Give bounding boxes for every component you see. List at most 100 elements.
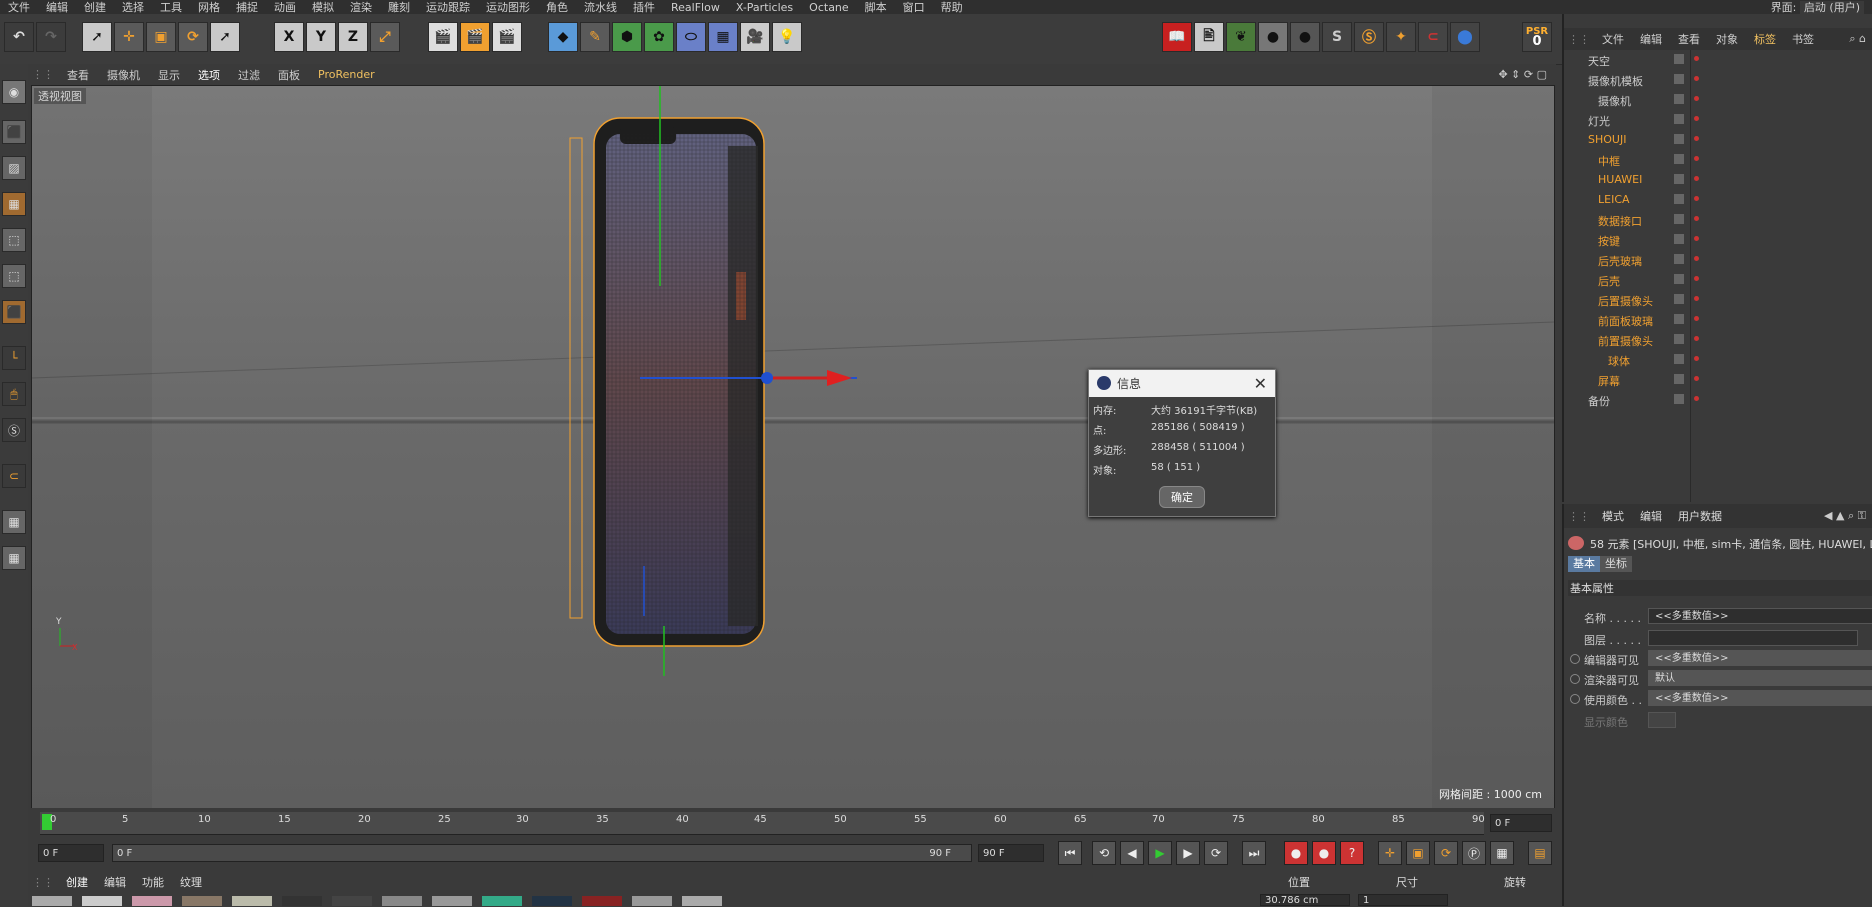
live-select-icon[interactable]: ➚	[210, 22, 240, 52]
am-menu-userdata[interactable]: 用户数据	[1670, 508, 1730, 524]
om-menu-bookmarks[interactable]: 书签	[1784, 31, 1822, 47]
visibility-dot-icon[interactable]	[1694, 216, 1699, 221]
am-menu-edit[interactable]: 编辑	[1632, 508, 1670, 524]
select-tool-icon[interactable]: ➚	[82, 22, 112, 52]
pen-icon[interactable]: ✎	[580, 22, 610, 52]
subdivision-icon[interactable]: ⬢	[612, 22, 642, 52]
visibility-dot-icon[interactable]	[1694, 76, 1699, 81]
visibility-dot-icon[interactable]	[1694, 336, 1699, 341]
menu-tools[interactable]: 工具	[152, 0, 190, 15]
object-row[interactable]: 后壳玻璃	[1564, 250, 1872, 270]
viewport-menu-display[interactable]: 显示	[149, 67, 189, 83]
material-swatch[interactable]	[132, 896, 172, 906]
previous-frame-icon[interactable]: ◀	[1120, 841, 1144, 865]
material-swatch[interactable]	[82, 896, 122, 906]
om-menu-file[interactable]: 文件	[1594, 31, 1632, 47]
key-pla-icon[interactable]: ▦	[1490, 841, 1514, 865]
snap-icon[interactable]: Ⓢ	[2, 418, 26, 442]
om-menu-tags[interactable]: 标签	[1746, 31, 1784, 47]
am-menu-mode[interactable]: 模式	[1594, 508, 1632, 524]
start-frame-field[interactable]: 0 F	[38, 844, 104, 862]
radio-icon[interactable]	[1570, 654, 1580, 664]
navigation-icons[interactable]: ◀ ▲ ⌕ ⚿	[1816, 509, 1872, 523]
frame-range-slider[interactable]: 0 F 90 F	[112, 844, 972, 862]
menu-window[interactable]: 窗口	[895, 0, 933, 15]
layer-icon[interactable]	[1674, 394, 1684, 404]
object-row[interactable]: SHOUJI	[1564, 130, 1872, 150]
explode-icon[interactable]: ✦	[1386, 22, 1416, 52]
cloner-icon[interactable]: ✿	[644, 22, 674, 52]
menu-mograph[interactable]: 运动图形	[478, 0, 538, 15]
material-swatch[interactable]	[432, 896, 472, 906]
grid-snap-icon[interactable]: ▦	[2, 546, 26, 570]
object-row[interactable]: LEICA	[1564, 190, 1872, 210]
visibility-dot-icon[interactable]	[1694, 396, 1699, 401]
y-axis-button[interactable]: Y	[306, 22, 336, 52]
visibility-dot-icon[interactable]	[1694, 196, 1699, 201]
layer-icon[interactable]	[1674, 274, 1684, 284]
material-swatch[interactable]	[582, 896, 622, 906]
object-row[interactable]: 后壳	[1564, 270, 1872, 290]
material-menu-texture[interactable]: 纹理	[172, 874, 210, 890]
record-key-icon[interactable]: ●	[1284, 841, 1308, 865]
object-row[interactable]: 前面板玻璃	[1564, 310, 1872, 330]
current-frame-field[interactable]: 0 F	[1490, 814, 1552, 832]
menu-pipeline[interactable]: 流水线	[576, 0, 625, 15]
object-row[interactable]: 摄像机	[1564, 90, 1872, 110]
render-view-icon[interactable]: 🎬	[428, 22, 458, 52]
s-plugin-orange-icon[interactable]: Ⓢ	[1354, 22, 1384, 52]
object-mode-icon[interactable]: ⬛	[2, 120, 26, 144]
visibility-dot-icon[interactable]	[1694, 176, 1699, 181]
menu-file[interactable]: 文件	[0, 0, 38, 15]
layer-icon[interactable]	[1674, 254, 1684, 264]
sphere-material-icon[interactable]: ●	[1258, 22, 1288, 52]
object-row[interactable]: 备份	[1564, 390, 1872, 410]
object-row[interactable]: 数据接口	[1564, 210, 1872, 230]
layer-icon[interactable]	[1674, 194, 1684, 204]
menu-xparticles[interactable]: X-Particles	[728, 1, 801, 14]
molecule-icon[interactable]: ⬤	[1450, 22, 1480, 52]
camera-icon[interactable]: 🎥	[740, 22, 770, 52]
menu-animate[interactable]: 动画	[266, 0, 304, 15]
menu-octane[interactable]: Octane	[801, 1, 857, 14]
redo-icon[interactable]: ↷	[36, 22, 66, 52]
menu-plugins[interactable]: 插件	[625, 0, 663, 15]
layer-icon[interactable]	[1674, 354, 1684, 364]
visibility-dot-icon[interactable]	[1694, 316, 1699, 321]
key-position-icon[interactable]: ✛	[1378, 841, 1402, 865]
material-swatch[interactable]	[532, 896, 572, 906]
render-picture-viewer-icon[interactable]: 🎬	[460, 22, 490, 52]
layer-icon[interactable]	[1674, 114, 1684, 124]
layer-icon[interactable]	[1674, 134, 1684, 144]
viewport-menu-options[interactable]: 选项	[189, 67, 229, 83]
visibility-dot-icon[interactable]	[1694, 356, 1699, 361]
tab-coordinates[interactable]: 坐标	[1600, 556, 1632, 572]
object-row[interactable]: 前置摄像头	[1564, 330, 1872, 350]
visibility-dot-icon[interactable]	[1694, 156, 1699, 161]
layer-icon[interactable]	[1674, 294, 1684, 304]
layer-icon[interactable]	[1674, 214, 1684, 224]
s-plugin-button[interactable]: S	[1322, 22, 1352, 52]
point-mode-icon[interactable]: ⬚	[2, 228, 26, 252]
material-swatch[interactable]	[282, 896, 322, 906]
material-menu-edit[interactable]: 编辑	[96, 874, 134, 890]
layer-icon[interactable]	[1674, 54, 1684, 64]
previous-key-icon[interactable]: ⟲	[1092, 841, 1116, 865]
render-visible-select[interactable]: 默认	[1648, 670, 1872, 686]
search-icon[interactable]: ⌕ ⌂	[1841, 32, 1872, 46]
polygon-mode-icon[interactable]: ⬛	[2, 300, 26, 324]
om-menu-edit[interactable]: 编辑	[1632, 31, 1670, 47]
menu-character[interactable]: 角色	[538, 0, 576, 15]
leaf-icon[interactable]: ❦	[1226, 22, 1256, 52]
material-swatch[interactable]	[382, 896, 422, 906]
deformer-icon[interactable]: ⬭	[676, 22, 706, 52]
move-tool-icon[interactable]: ✛	[114, 22, 144, 52]
layer-icon[interactable]	[1674, 154, 1684, 164]
viewport-menu-view[interactable]: 查看	[58, 67, 98, 83]
viewport-menu-prorender[interactable]: ProRender	[309, 68, 384, 81]
octane-book-icon[interactable]: 📖	[1162, 22, 1192, 52]
timeline-ruler[interactable]: 0 5 10 15 20 25 30 35 40 45 50 55 60 65 …	[40, 812, 1485, 835]
light-icon[interactable]: 💡	[772, 22, 802, 52]
layer-field[interactable]	[1648, 630, 1858, 646]
key-param-icon[interactable]: Ⓟ	[1462, 841, 1486, 865]
